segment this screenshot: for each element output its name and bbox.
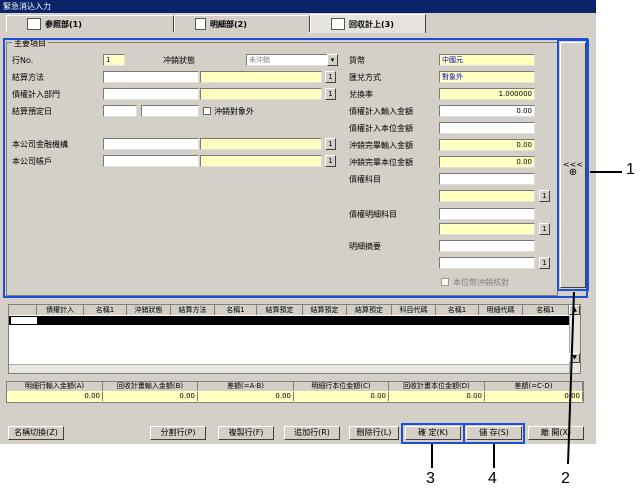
grid-header[interactable]: 名稱1 — [84, 305, 127, 315]
callout-box-confirm — [401, 423, 465, 444]
callout-number-1: 1 — [626, 161, 635, 178]
tab-collection-label: 回収計上(3) — [349, 19, 394, 29]
callout-box-main — [3, 38, 588, 298]
callout-leader-4 — [493, 444, 495, 468]
grid-header[interactable]: 名稱1 — [436, 305, 479, 315]
tab-detail-label: 明細部(2) — [210, 19, 247, 29]
grid-header[interactable]: 債權計入 — [37, 305, 84, 315]
callout-number-3: 3 — [426, 470, 435, 487]
totals-header: 明細行本位金額(C) — [294, 382, 389, 391]
grid-header[interactable]: 結算預定 — [347, 305, 392, 315]
grid-header[interactable]: 結算方法 — [171, 305, 215, 315]
grid-header[interactable]: 科目代碼 — [392, 305, 436, 315]
totals-value: 0.00 — [7, 392, 103, 401]
totals-header: 差額(=A-B) — [198, 382, 294, 391]
grid-header[interactable]: 結算預定 — [257, 305, 303, 315]
totals-value: 0.00 — [103, 392, 198, 401]
callout-number-2: 2 — [561, 470, 570, 487]
window-title: 緊急消込入力 — [0, 0, 596, 13]
tab-detail[interactable]: 明細部(2) — [174, 15, 310, 32]
tab-collection[interactable]: 回収計上(3) — [310, 14, 426, 33]
book-icon — [27, 18, 41, 30]
tab-reference-label: 参照部(1) — [45, 19, 82, 29]
grid-header[interactable]: 沖銷狀態 — [127, 305, 171, 315]
totals-value: 0.00 — [198, 392, 294, 401]
grid-selected-row[interactable] — [9, 316, 569, 325]
copy-row-button[interactable]: 複製行(F) — [218, 426, 274, 440]
name-switch-button[interactable]: 名稱切換(Z) — [8, 426, 64, 440]
callout-leader-1 — [590, 171, 622, 173]
tab-reference[interactable]: 参照部(1) — [6, 15, 174, 32]
callout-box-save — [463, 423, 525, 444]
grid-row-cell[interactable] — [11, 317, 37, 324]
grid-corner — [9, 305, 37, 315]
grid-hscrollbar[interactable] — [9, 364, 569, 373]
callout-number-4: 4 — [488, 470, 497, 487]
callout-leader-3 — [431, 444, 433, 468]
add-row-button[interactable]: 追加行(R) — [284, 426, 340, 440]
grid-header[interactable]: 結算預定 — [303, 305, 347, 315]
delete-row-button[interactable]: 刪除行(L) — [349, 426, 399, 440]
totals-header: 回收計畫本位金額(D) — [389, 382, 485, 391]
split-row-button[interactable]: 分割行(P) — [150, 426, 206, 440]
totals-header: 明細行輸入金額(A) — [7, 382, 103, 391]
totals-header: 回收計畫輸入金額(B) — [103, 382, 198, 391]
totals-value: 0.00 — [389, 392, 485, 401]
ledger-icon — [331, 18, 345, 30]
callout-leader-2 — [567, 291, 575, 465]
totals-value: 0.00 — [294, 392, 389, 401]
document-icon — [195, 18, 206, 30]
callout-box-side — [557, 39, 589, 291]
grid-header[interactable]: 明細代碼 — [479, 305, 523, 315]
grid-header[interactable]: 名稱1 — [215, 305, 257, 315]
